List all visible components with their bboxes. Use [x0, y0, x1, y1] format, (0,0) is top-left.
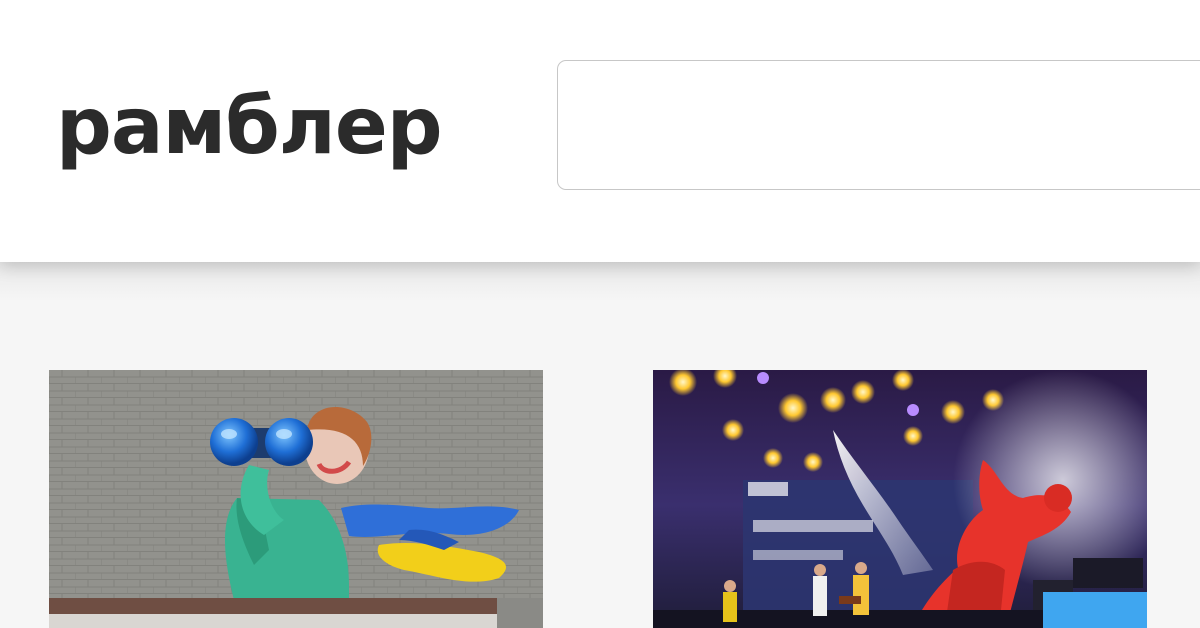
rambler-logo[interactable]: рамблер [56, 82, 443, 172]
search-input[interactable] [557, 60, 1200, 190]
news-card[interactable] [653, 370, 1147, 628]
news-card[interactable] [49, 370, 543, 628]
mural-woman-with-binoculars-image[interactable] [49, 370, 543, 628]
header: рамблер [0, 0, 1200, 262]
concert-stage-image[interactable] [653, 370, 1147, 628]
page: рамблер [0, 0, 1200, 628]
